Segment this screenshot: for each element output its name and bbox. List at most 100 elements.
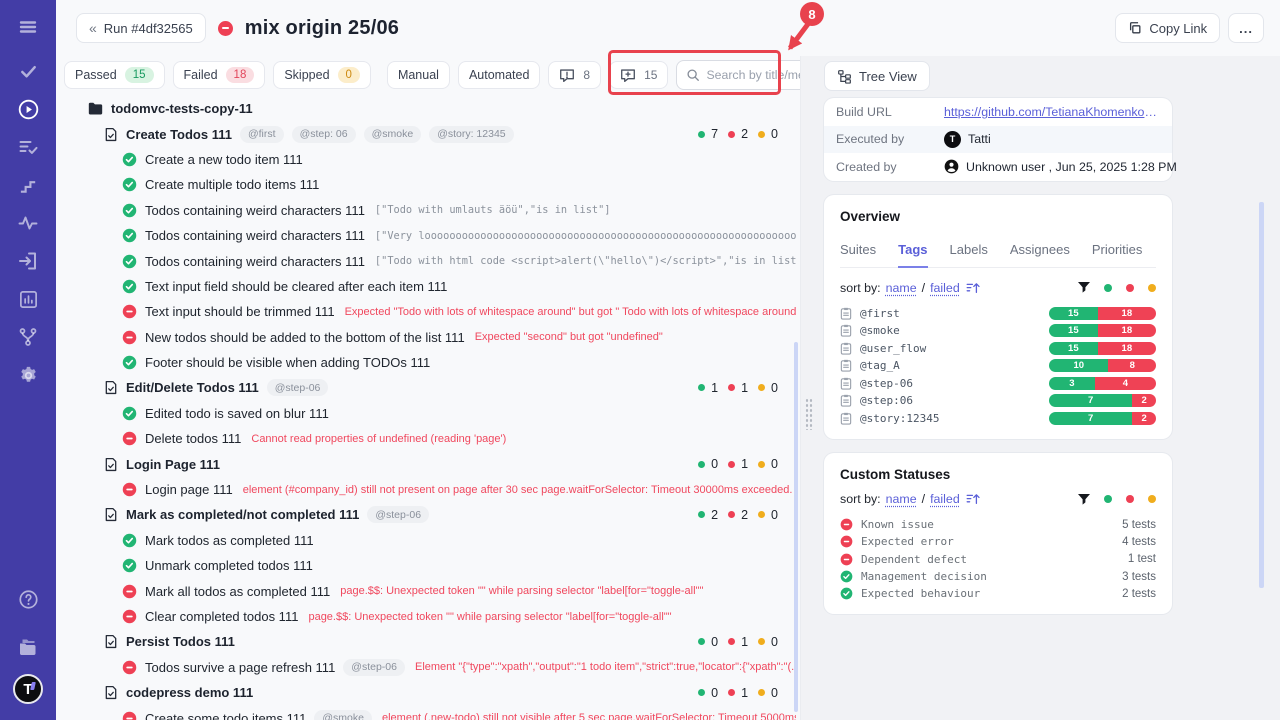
sidebar-item-checks[interactable] <box>6 52 50 90</box>
tree-suite-row[interactable]: Edit/Delete Todos 111@step-06110 <box>64 375 800 400</box>
folder-title: todomvc-tests-copy-11 <box>111 101 253 116</box>
tree-test-row[interactable]: Text input field should be cleared after… <box>64 274 800 299</box>
tree-suite-row[interactable]: codepress demo 111010 <box>64 680 800 705</box>
sidebar-item-pulse[interactable] <box>6 204 50 242</box>
sort-by-name-link[interactable]: name <box>886 492 917 506</box>
custom-status-count: 4 tests <box>1122 536 1156 548</box>
sidebar-item-import[interactable] <box>6 242 50 280</box>
tag-stat-row[interactable]: @first1518 <box>840 305 1156 323</box>
menu-icon <box>17 16 39 38</box>
status-list: Known issue5 testsExpected error4 testsD… <box>840 516 1156 602</box>
filter-failed-button[interactable]: Failed 18 <box>173 61 266 89</box>
tree-suite-row[interactable]: Create Todos 111@first@step: 06@smoke@st… <box>64 121 800 146</box>
filter-funnel-icon[interactable] <box>1078 494 1090 505</box>
filter-manual-button[interactable]: Manual <box>387 61 450 89</box>
tree-test-row[interactable]: Clear completed todos 111page.$$: Unexpe… <box>64 604 800 629</box>
tree-test-row[interactable]: Login page 111element (#company_id) stil… <box>64 477 800 502</box>
tree-suite-row[interactable]: Persist Todos 111010 <box>64 629 800 654</box>
tree-test-row[interactable]: Create a new todo item 111 <box>64 147 800 172</box>
sidebar-item-test-plans[interactable] <box>6 128 50 166</box>
skipped-filter-dot[interactable] <box>1148 495 1156 503</box>
test-title: Mark all todos as completed 111 <box>145 584 330 599</box>
back-to-run-button[interactable]: « Run #4df32565 <box>76 13 206 43</box>
tag-stat-row[interactable]: @smoke1518 <box>840 322 1156 340</box>
test-error-message: page.$$: Unexpected token "" while parsi… <box>340 585 703 597</box>
copy-link-button[interactable]: Copy Link <box>1115 13 1220 43</box>
sidebar-item-branches[interactable] <box>6 318 50 356</box>
panel-resize-gutter[interactable] <box>800 56 816 720</box>
sidebar-item-help[interactable] <box>6 578 50 620</box>
status-passed-icon <box>840 570 853 583</box>
filter-passed-button[interactable]: Passed 15 <box>64 61 165 89</box>
sort-by-failed-link[interactable]: failed <box>930 492 960 506</box>
tree-test-row[interactable]: Todos survive a page refresh 111@step-06… <box>64 655 800 680</box>
tree-folder-row[interactable]: todomvc-tests-copy-11 <box>64 96 800 121</box>
tree-test-row[interactable]: Edited todo is saved on blur 111 <box>64 401 800 426</box>
sidebar-item-menu[interactable] <box>6 8 50 46</box>
panel-resize-handle[interactable] <box>805 398 813 430</box>
tree-test-row[interactable]: Create some todo items 111@smokeelement … <box>64 705 800 720</box>
sort-by-failed-link[interactable]: failed <box>930 281 960 295</box>
failed-count: 1 <box>741 457 748 471</box>
custom-status-row[interactable]: Dependent defect1 test <box>840 551 1156 568</box>
sidebar-item-analytics[interactable] <box>6 280 50 318</box>
tree-test-row[interactable]: Mark todos as completed 111 <box>64 528 800 553</box>
tree-test-row[interactable]: Todos containing weird characters 111["V… <box>64 223 800 248</box>
sort-direction-icon[interactable] <box>966 493 980 505</box>
tree-test-row[interactable]: Footer should be visible when adding TOD… <box>64 350 800 375</box>
tree-test-row[interactable]: Unmark completed todos 111 <box>64 553 800 578</box>
projects-icon <box>17 637 39 657</box>
build-url-link[interactable]: https://github.com/TetianaKhomenko/Load-… <box>944 105 1160 119</box>
tab-priorities[interactable]: Priorities <box>1092 236 1143 267</box>
tree-test-row[interactable]: Mark all todos as completed 111 page.$$: … <box>64 578 800 603</box>
sidebar-logo[interactable]: T <box>6 668 50 710</box>
panel-scrollbar-thumb[interactable] <box>1259 202 1264 588</box>
sidebar-item-runs[interactable] <box>6 90 50 128</box>
tree-test-row[interactable]: New todos should be added to the bottom … <box>64 325 800 350</box>
test-passed-icon <box>122 254 137 269</box>
sort-direction-icon[interactable] <box>966 282 980 294</box>
tree-test-row[interactable]: Todos containing weird characters 111["T… <box>64 248 800 273</box>
tree-view-button[interactable]: Tree View <box>824 61 930 91</box>
filter-comments-button[interactable]: 8 <box>548 61 601 89</box>
sidebar-item-settings[interactable] <box>6 356 50 394</box>
custom-status-row[interactable]: Known issue5 tests <box>840 516 1156 533</box>
tree-suite-row[interactable]: Mark as completed/not completed 111@step… <box>64 502 800 527</box>
sort-by-name-link[interactable]: name <box>886 281 917 295</box>
sidebar-item-steps[interactable] <box>6 166 50 204</box>
tag-name: @user_flow <box>860 342 926 355</box>
test-title: Create some todo items 111 <box>145 711 306 720</box>
tag-stat-row[interactable]: @tag_A108 <box>840 357 1156 375</box>
tree-suite-row[interactable]: Login Page 111010 <box>64 451 800 476</box>
tree-scrollbar-thumb[interactable] <box>794 342 798 712</box>
failed-segment: 4 <box>1095 377 1156 390</box>
tab-labels[interactable]: Labels <box>950 236 988 267</box>
custom-status-row[interactable]: Expected error4 tests <box>840 533 1156 550</box>
filter-attachments-button[interactable]: 15 <box>609 61 668 89</box>
custom-status-row[interactable]: Management decision3 tests <box>840 568 1156 585</box>
tag-stat-row[interactable]: @step:0672 <box>840 392 1156 410</box>
tree-test-row[interactable]: Create multiple todo items 111 <box>64 172 800 197</box>
failed-filter-dot[interactable] <box>1126 495 1134 503</box>
more-actions-button[interactable]: ... <box>1228 13 1264 43</box>
tab-tags[interactable]: Tags <box>898 236 927 268</box>
filter-skipped-button[interactable]: Skipped 0 <box>273 61 371 89</box>
custom-status-row[interactable]: Expected behaviour2 tests <box>840 585 1156 602</box>
passed-filter-dot[interactable] <box>1104 495 1112 503</box>
tab-assignees[interactable]: Assignees <box>1010 236 1070 267</box>
tree-test-row[interactable]: Todos containing weird characters 111["T… <box>64 198 800 223</box>
tag-stat-row[interactable]: @story:1234572 <box>840 410 1156 428</box>
tag-stat-row[interactable]: @user_flow1518 <box>840 340 1156 358</box>
tree-test-row[interactable]: Text input should be trimmed 111Expected… <box>64 299 800 324</box>
sidebar-item-projects[interactable] <box>6 626 50 668</box>
failed-segment: 2 <box>1132 394 1156 407</box>
failed-dot-icon <box>728 638 735 645</box>
tag-stat-row[interactable]: @step-0634 <box>840 375 1156 393</box>
passed-filter-dot[interactable] <box>1104 284 1112 292</box>
skipped-filter-dot[interactable] <box>1148 284 1156 292</box>
filter-funnel-icon[interactable] <box>1078 282 1090 293</box>
failed-filter-dot[interactable] <box>1126 284 1134 292</box>
tree-test-row[interactable]: Delete todos 111Cannot read properties o… <box>64 426 800 451</box>
filter-automated-button[interactable]: Automated <box>458 61 540 89</box>
tab-suites[interactable]: Suites <box>840 236 876 267</box>
